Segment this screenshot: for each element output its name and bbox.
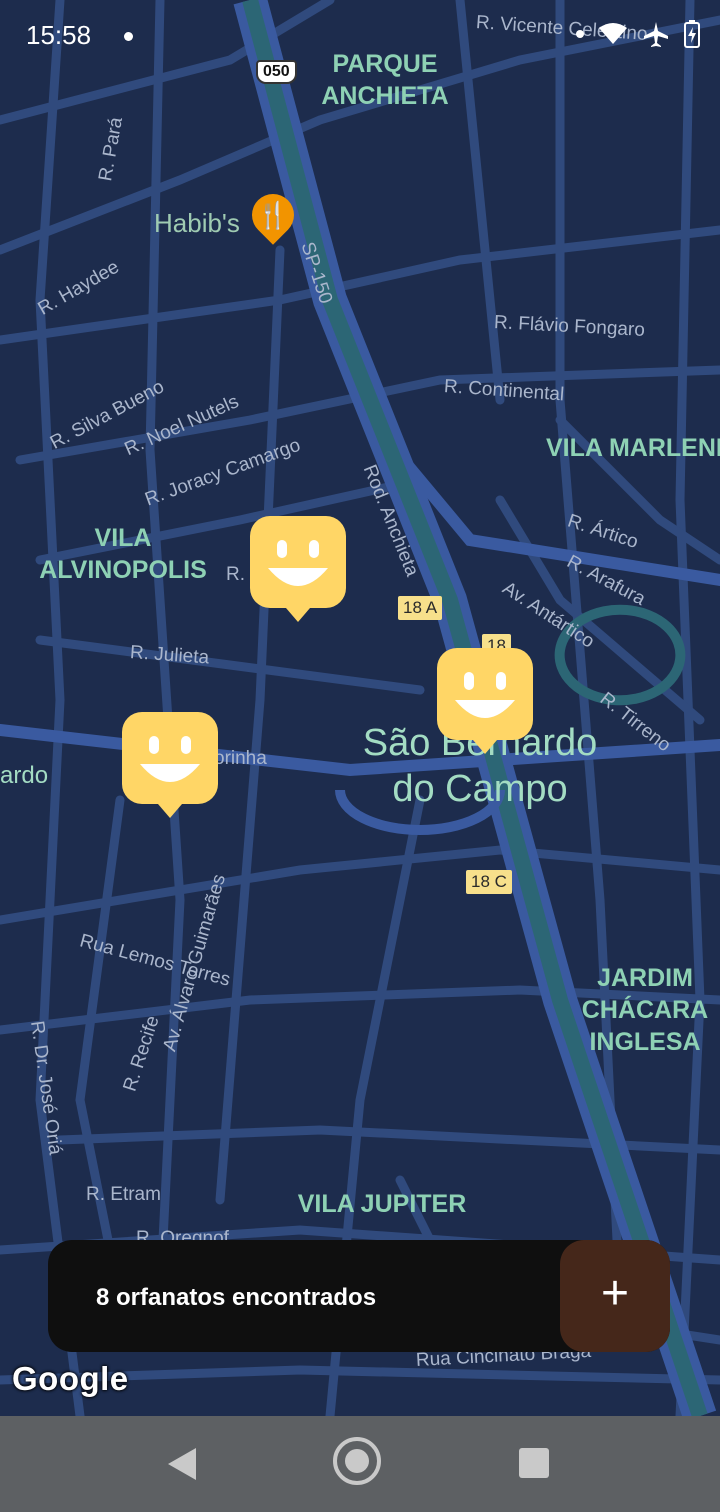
add-orphanage-button[interactable]: + — [560, 1240, 670, 1352]
exit-shield: 18 C — [466, 870, 512, 894]
wifi-icon — [599, 23, 627, 44]
area-label: VILA MARLENE — [546, 434, 720, 462]
area-label: VILA ALVINOPOLIS — [39, 524, 207, 584]
smiley-icon — [122, 712, 218, 818]
notification-dot-icon — [576, 30, 584, 38]
poi-label[interactable]: Habib's — [154, 208, 240, 239]
area-label: JARDIM CHÁCARA INGLESA — [581, 964, 709, 1056]
notification-dot-icon — [124, 32, 133, 41]
back-icon[interactable] — [168, 1448, 196, 1480]
orphanage-marker[interactable] — [437, 648, 533, 758]
restaurant-icon[interactable]: 🍴 — [243, 185, 303, 245]
status-bar: 15:58 — [0, 0, 720, 72]
street-label: R. Etram — [86, 1184, 161, 1205]
street-label: ardo — [0, 762, 49, 789]
home-icon[interactable] — [333, 1437, 381, 1485]
battery-charging-icon — [684, 20, 700, 48]
street-label: orinha — [214, 748, 267, 769]
area-label: VILA JUPITER — [297, 1190, 467, 1218]
smiley-icon — [437, 648, 533, 754]
exit-shield: 18 A — [398, 596, 443, 620]
results-count: 8 orfanatos encontrados — [96, 1284, 377, 1311]
smiley-icon — [250, 516, 346, 622]
airplane-mode-icon — [644, 22, 668, 47]
google-logo: Google — [12, 1360, 129, 1397]
map-view[interactable]: R. Vicente Celestino R. Pará R. Haydee R… — [0, 0, 720, 1416]
orphanage-marker[interactable] — [122, 712, 218, 822]
recent-apps-icon[interactable] — [519, 1448, 549, 1478]
results-footer: 8 orfanatos encontrados + — [48, 1240, 670, 1352]
orphanage-marker[interactable] — [250, 516, 346, 626]
status-icons — [576, 20, 700, 48]
status-time: 15:58 — [26, 20, 92, 50]
